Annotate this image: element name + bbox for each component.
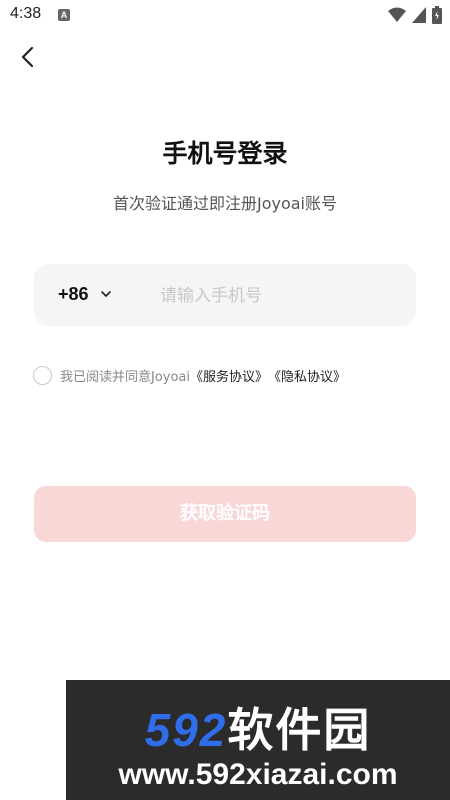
agreement-text: 我已阅读并同意Joyoai bbox=[60, 370, 191, 385]
watermark-name: 软件园 bbox=[227, 704, 372, 756]
back-button[interactable] bbox=[16, 44, 42, 70]
page-subtitle: 首次验证通过即注册Joyoai账号 bbox=[112, 194, 338, 213]
service-agreement-link[interactable]: 《服务协议》 bbox=[190, 366, 268, 385]
status-time: 4:38 bbox=[10, 5, 42, 22]
signal-icon bbox=[412, 7, 426, 23]
page-title: 手机号登录 bbox=[162, 139, 288, 168]
watermark-logo: 592软件园 bbox=[66, 694, 450, 760]
get-code-button[interactable]: 获取验证码 bbox=[34, 486, 416, 542]
chevron-left-icon bbox=[21, 46, 34, 68]
agreement-checkbox[interactable] bbox=[33, 366, 52, 385]
battery-icon bbox=[432, 6, 442, 24]
watermark-url: www.592xiazai.com bbox=[118, 758, 398, 791]
agreement-row: 我已阅读并同意Joyoai 《服务协议》 《隐私协议》 bbox=[33, 366, 346, 385]
chevron-down-icon[interactable] bbox=[100, 288, 112, 300]
privacy-agreement-link[interactable]: 《隐私协议》 bbox=[268, 366, 346, 385]
watermark-banner: 592软件园 www.592xiazai.com bbox=[66, 680, 450, 800]
wifi-icon bbox=[388, 7, 406, 22]
notification-badge: A bbox=[58, 9, 70, 21]
country-code-selector[interactable]: +86 bbox=[58, 284, 89, 305]
status-icons bbox=[388, 6, 442, 24]
phone-number-input[interactable] bbox=[158, 278, 402, 314]
watermark-number: 592 bbox=[144, 704, 228, 756]
phone-input-box: +86 bbox=[34, 264, 416, 326]
status-bar: 4:38 A bbox=[0, 0, 450, 32]
